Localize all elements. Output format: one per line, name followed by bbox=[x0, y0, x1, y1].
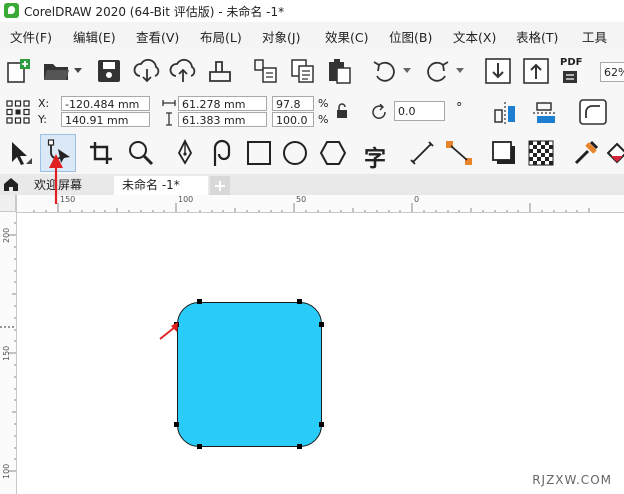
tab-document[interactable]: 未命名 -1* bbox=[114, 176, 208, 195]
save-icon[interactable] bbox=[97, 59, 121, 83]
x-label: X: bbox=[38, 97, 50, 110]
node-handle[interactable] bbox=[319, 422, 324, 427]
rotation-angle-field[interactable]: 0.0 bbox=[394, 101, 445, 121]
rectangle-tool-icon[interactable] bbox=[246, 140, 272, 166]
coreldraw-app-icon bbox=[4, 3, 19, 18]
ruler-origin[interactable] bbox=[0, 195, 16, 212]
dimension-tool-icon[interactable] bbox=[409, 140, 435, 166]
annotation-arrow-diagonal-icon bbox=[159, 322, 178, 340]
scale-y-field[interactable]: 100.0 bbox=[272, 112, 314, 127]
percent-x-label: % bbox=[318, 97, 329, 110]
menu-bitmap[interactable]: 位图(B) bbox=[389, 27, 432, 46]
title-bar: CorelDRAW 2020 (64-Bit 评估版) - 未命名 -1* bbox=[0, 0, 624, 22]
flyout-icon[interactable] bbox=[26, 158, 32, 164]
redo-dropdown-icon[interactable] bbox=[456, 68, 464, 74]
cloud-upload-icon[interactable] bbox=[169, 58, 197, 84]
menu-tools[interactable]: 工具 bbox=[582, 27, 607, 46]
scale-x-field[interactable]: 97.8 bbox=[272, 96, 314, 111]
chevron-down-icon[interactable] bbox=[74, 68, 82, 74]
ruler-v-label-150: 150 bbox=[2, 345, 11, 361]
eyedropper-tool-icon[interactable] bbox=[572, 139, 600, 167]
menu-effects[interactable]: 效果(C) bbox=[325, 27, 368, 46]
zoom-tool-icon[interactable] bbox=[127, 139, 155, 167]
node-handle[interactable] bbox=[197, 444, 202, 449]
height-icon bbox=[166, 112, 172, 126]
menu-bar: 文件(F) 编辑(E) 查看(V) 布局(L) 对象(J) 效果(C) 位图(B… bbox=[0, 22, 624, 49]
add-tab-button[interactable]: + bbox=[210, 176, 230, 195]
node-handle[interactable] bbox=[297, 444, 302, 449]
connector-tool-icon[interactable] bbox=[445, 140, 473, 166]
copy-icon[interactable] bbox=[290, 58, 316, 84]
import-arrow-icon[interactable] bbox=[484, 57, 512, 85]
menu-view[interactable]: 查看(V) bbox=[136, 27, 179, 46]
x-position-field[interactable]: -120.484 mm bbox=[61, 96, 150, 111]
toolbox: 字 bbox=[0, 132, 624, 175]
corner-round-icon[interactable] bbox=[578, 98, 608, 126]
menu-layout[interactable]: 布局(L) bbox=[200, 27, 242, 46]
undo-dropdown-icon[interactable] bbox=[403, 68, 411, 74]
height-field[interactable]: 61.383 mm bbox=[178, 112, 267, 127]
percent-y-label: % bbox=[318, 113, 329, 126]
polygon-tool-icon[interactable] bbox=[320, 140, 346, 166]
watermark: RJZXW.COM bbox=[532, 473, 612, 487]
new-document-icon[interactable] bbox=[6, 58, 32, 84]
ruler-v-label-100: 100 bbox=[2, 463, 11, 479]
open-folder-icon[interactable] bbox=[42, 60, 72, 82]
menu-edit[interactable]: 编辑(E) bbox=[73, 27, 116, 46]
publish-icon[interactable] bbox=[207, 58, 233, 84]
mirror-vertical-icon[interactable] bbox=[531, 100, 557, 126]
ruler-v-label-200: 200 bbox=[2, 227, 11, 243]
menu-table[interactable]: 表格(T) bbox=[516, 27, 558, 46]
reference-point-icon[interactable] bbox=[6, 100, 30, 124]
paste-icon[interactable] bbox=[327, 58, 353, 84]
crop-tool-icon[interactable] bbox=[88, 140, 114, 166]
horizontal-ruler-ticks bbox=[33, 203, 590, 212]
menu-text[interactable]: 文本(X) bbox=[453, 27, 496, 46]
document-tab-bar bbox=[0, 174, 624, 196]
vertical-ruler: 200 150 100 bbox=[0, 195, 17, 494]
window-title: CorelDRAW 2020 (64-Bit 评估版) - 未命名 -1* bbox=[24, 5, 285, 19]
pick-tool-icon[interactable] bbox=[8, 140, 28, 166]
y-label: Y: bbox=[38, 113, 47, 126]
ruler-h-label-50: 50 bbox=[296, 195, 307, 204]
transparency-tool-icon[interactable] bbox=[528, 140, 554, 166]
node-handle[interactable] bbox=[174, 422, 179, 427]
node-handle[interactable] bbox=[297, 299, 302, 304]
annotation-arrow-up-icon bbox=[49, 154, 63, 204]
degree-label: ° bbox=[456, 101, 463, 116]
standard-toolbar: PDF 62% bbox=[0, 48, 624, 93]
y-position-field[interactable]: 140.91 mm bbox=[61, 112, 150, 127]
node-handle[interactable] bbox=[197, 299, 202, 304]
home-icon[interactable] bbox=[3, 177, 19, 192]
width-field[interactable]: 61.278 mm bbox=[178, 96, 267, 111]
horizontal-ruler: 150 100 50 0 bbox=[16, 195, 624, 213]
ruler-h-label-0: 0 bbox=[414, 195, 420, 204]
rotate-icon bbox=[372, 104, 386, 119]
rounded-rectangle-shape[interactable] bbox=[177, 302, 322, 447]
pdf-document-icon bbox=[563, 71, 577, 83]
fill-tool-icon[interactable] bbox=[607, 140, 624, 166]
export-pdf-button[interactable]: PDF bbox=[559, 57, 589, 87]
menu-file[interactable]: 文件(F) bbox=[10, 27, 52, 46]
menu-object[interactable]: 对象(J) bbox=[262, 27, 300, 46]
lock-ratio-icon[interactable] bbox=[335, 103, 349, 119]
freehand-tool-icon[interactable] bbox=[173, 139, 197, 167]
zoom-level-field[interactable]: 62% bbox=[600, 62, 624, 82]
property-bar: X: Y: -120.484 mm 140.91 mm 61.278 mm 61… bbox=[0, 92, 624, 133]
drop-shadow-tool-icon[interactable] bbox=[491, 140, 517, 166]
ellipse-tool-icon[interactable] bbox=[282, 140, 308, 166]
cloud-download-icon[interactable] bbox=[133, 58, 161, 84]
undo-icon[interactable] bbox=[371, 58, 399, 84]
redo-icon[interactable] bbox=[423, 58, 451, 84]
pdf-label: PDF bbox=[560, 57, 583, 68]
text-tool-icon[interactable]: 字 bbox=[364, 141, 386, 173]
mirror-horizontal-icon[interactable] bbox=[492, 100, 518, 126]
node-handle[interactable] bbox=[319, 322, 324, 327]
width-icon bbox=[162, 100, 176, 106]
import-icon[interactable] bbox=[253, 58, 279, 84]
export-arrow-icon[interactable] bbox=[522, 57, 550, 85]
artistic-media-tool-icon[interactable] bbox=[208, 138, 236, 168]
ruler-h-label-100: 100 bbox=[178, 195, 194, 204]
